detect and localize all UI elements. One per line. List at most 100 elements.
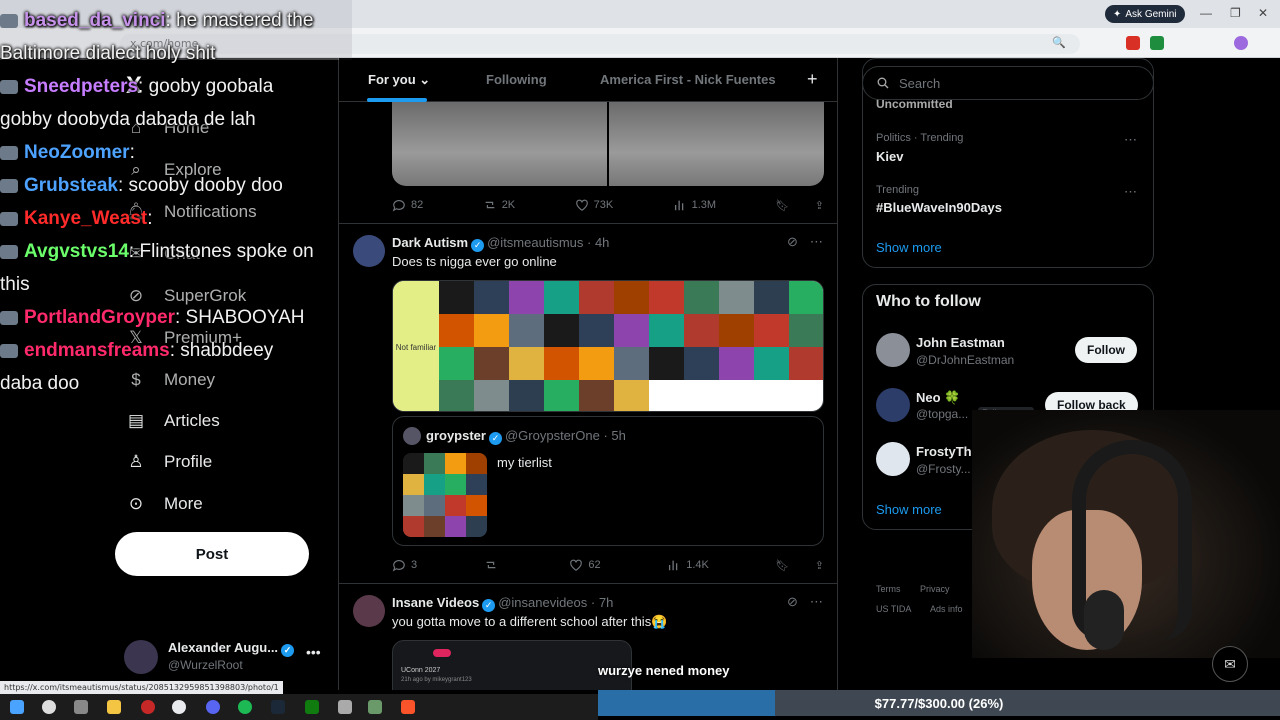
tierlist-cell xyxy=(614,380,649,411)
avatar[interactable] xyxy=(876,442,910,476)
more-icon[interactable]: ⋯ xyxy=(810,234,823,250)
windows-start-icon[interactable] xyxy=(10,700,24,714)
author-name[interactable]: Dark Autism xyxy=(392,235,468,250)
trend-category: Trending xyxy=(876,184,920,196)
views-icon xyxy=(674,200,683,211)
trend-item[interactable]: Kiev xyxy=(876,149,903,164)
account-switcher[interactable]: Alexander Augu... ✓ @WurzelRoot ••• xyxy=(124,640,324,676)
obs-icon[interactable] xyxy=(141,700,155,714)
suggested-user-name[interactable]: John Eastman xyxy=(916,335,1005,350)
post-media[interactable]: UConn 2027 21h ago by mikeygrant123 xyxy=(392,640,632,690)
chat-username: based_da_vinci xyxy=(24,10,166,31)
chat-badge-icon xyxy=(0,211,18,226)
more-icon[interactable]: ⋯ xyxy=(1124,184,1137,200)
tierlist-cell xyxy=(719,281,754,314)
steam-icon[interactable] xyxy=(271,700,285,714)
quoted-post[interactable]: groypster ✓ @GroypsterOne · 5h my tierlist xyxy=(392,416,824,546)
tierlist-cell xyxy=(474,380,509,411)
follow-button[interactable]: Follow xyxy=(1075,337,1137,363)
bookmark-icon[interactable]: 🔖︎ xyxy=(776,199,790,212)
avatar[interactable] xyxy=(876,333,910,367)
task-view-icon[interactable] xyxy=(74,700,88,714)
chat-message: Kanye_Weast: xyxy=(0,202,350,235)
repost-button[interactable]: 2K xyxy=(483,198,515,212)
reply-button[interactable]: 3 xyxy=(392,558,417,572)
search-icon[interactable] xyxy=(42,700,56,714)
like-button[interactable]: 73K xyxy=(575,198,613,212)
repost-button[interactable] xyxy=(484,558,503,572)
avatar[interactable] xyxy=(353,235,385,267)
minimize-icon[interactable]: — xyxy=(1200,6,1212,20)
post-time[interactable]: · 4h xyxy=(587,235,609,250)
xbox-icon[interactable] xyxy=(305,700,319,714)
maximize-icon[interactable]: ❐ xyxy=(1230,6,1241,20)
discord-icon[interactable] xyxy=(206,700,220,714)
author-handle[interactable]: @insanevideos xyxy=(498,595,587,610)
thumbnail-cell xyxy=(424,495,445,516)
author-handle[interactable]: @itsmeautismus xyxy=(487,235,583,250)
search-input[interactable]: Search xyxy=(862,66,1154,100)
browser-status-url: https://x.com/itsmeautismus/status/20851… xyxy=(0,681,283,694)
post-media[interactable] xyxy=(392,102,824,186)
close-icon[interactable]: ✕ xyxy=(1258,6,1268,20)
share-icon[interactable]: ⇪ xyxy=(815,199,824,212)
reply-button[interactable]: 82 xyxy=(392,198,423,212)
chat-text: gobby doobyda dabada de lah xyxy=(0,109,256,130)
extension-icon[interactable] xyxy=(1150,36,1164,50)
share-icon[interactable]: ⇪ xyxy=(815,559,824,572)
more-icon[interactable]: ⋯ xyxy=(1124,132,1137,148)
zoom-icon[interactable]: 🔍 xyxy=(1052,36,1066,50)
like-button[interactable]: 62 xyxy=(569,558,601,572)
tab-for-you[interactable]: For you ⌄ xyxy=(368,72,430,88)
app-icon[interactable] xyxy=(368,700,382,714)
avatar[interactable] xyxy=(876,388,910,422)
avatar[interactable] xyxy=(353,595,385,627)
footer-link[interactable]: Terms xyxy=(876,584,901,594)
chat-text: daba doo xyxy=(0,373,80,394)
ask-gemini-button[interactable]: ✦ Ask Gemini xyxy=(1105,5,1185,23)
app-icon[interactable] xyxy=(338,700,352,714)
post-time[interactable]: · 7h xyxy=(591,595,613,610)
show-more-link[interactable]: Show more xyxy=(876,240,942,255)
chrome-icon[interactable] xyxy=(172,700,186,714)
spotify-icon[interactable] xyxy=(238,700,252,714)
brave-icon[interactable] xyxy=(401,700,415,714)
views-button[interactable]: 1.4K xyxy=(667,558,709,572)
quote-thumbnail[interactable] xyxy=(403,453,487,537)
chat-username: Grubsteak xyxy=(24,175,118,196)
suggested-user-name[interactable]: Neo 🍀 xyxy=(916,390,960,406)
author-name[interactable]: Insane Videos xyxy=(392,595,479,610)
thumbnail-cell xyxy=(445,495,466,516)
profile-avatar-icon[interactable] xyxy=(1234,36,1248,50)
thumbnail-cell xyxy=(424,474,445,495)
footer-link[interactable]: Ads info xyxy=(930,604,963,614)
tierlist-image[interactable]: Not familiar xyxy=(392,280,824,412)
grok-icon[interactable]: ⊘ xyxy=(787,234,798,250)
tab-list[interactable]: America First - Nick Fuentes xyxy=(600,72,776,87)
file-explorer-icon[interactable] xyxy=(107,700,121,714)
more-icon[interactable]: ⋯ xyxy=(810,594,823,610)
thumbnail-cell xyxy=(403,516,424,537)
post-tools: ⊘ ⋯ xyxy=(787,234,823,250)
show-more-link[interactable]: Show more xyxy=(876,502,942,517)
trend-item[interactable]: #BlueWaveIn90Days xyxy=(876,200,1002,215)
footer-link[interactable]: Privacy xyxy=(920,584,950,594)
views-button[interactable]: 1.3M xyxy=(673,198,716,212)
stream-caption: wurzye nened money xyxy=(598,663,730,678)
messages-icon[interactable]: ✉ xyxy=(1212,646,1248,682)
extension-icon[interactable] xyxy=(1126,36,1140,50)
bookmark-icon[interactable]: 🔖︎ xyxy=(776,559,790,572)
stream-chat-overlay: based_da_vinci: he mastered the Baltimore… xyxy=(0,4,350,400)
chat-text: : xyxy=(147,208,153,229)
tab-following[interactable]: Following xyxy=(486,72,547,87)
post-button[interactable]: Post xyxy=(115,532,309,576)
nav-profile[interactable]: ♙ Profile xyxy=(126,452,212,472)
more-icon[interactable]: ••• xyxy=(306,644,321,660)
thumbnail-cell xyxy=(424,453,445,474)
nav-more[interactable]: ⊙ More xyxy=(126,494,203,514)
account-name: Alexander Augu... ✓ xyxy=(168,640,297,657)
nav-articles[interactable]: ▤ Articles xyxy=(126,411,220,431)
add-tab-icon[interactable]: + xyxy=(807,69,818,90)
footer-link[interactable]: US TIDA xyxy=(876,604,911,614)
grok-icon[interactable]: ⊘ xyxy=(787,594,798,610)
